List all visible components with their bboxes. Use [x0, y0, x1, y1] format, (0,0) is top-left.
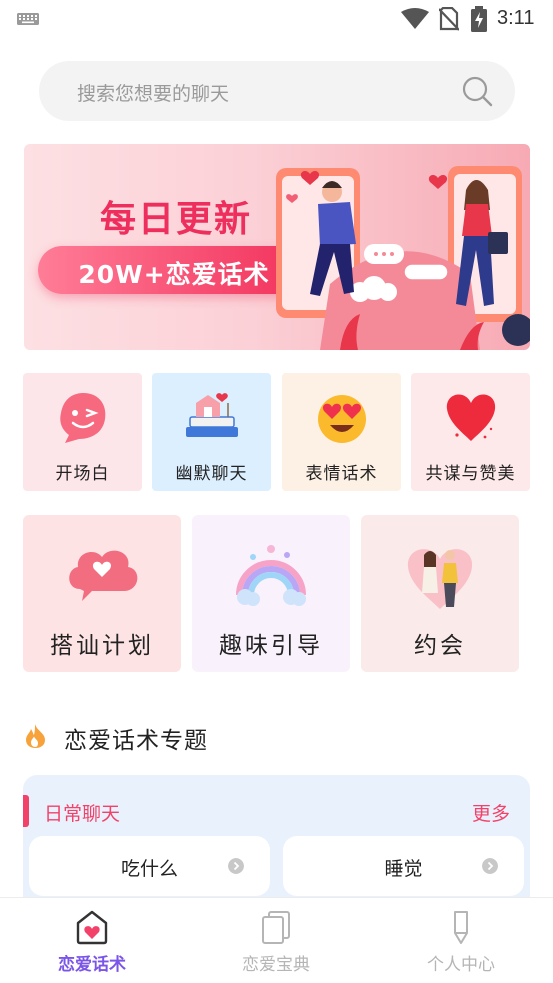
red-heart-icon	[446, 394, 496, 441]
category-label: 表情话术	[305, 464, 378, 484]
nav-label: 恋爱话术	[58, 955, 126, 975]
chevron-right-icon	[482, 858, 498, 874]
nav-tab-profile[interactable]: 个人中心	[369, 898, 553, 983]
chevron-right-icon	[228, 858, 244, 874]
topic-name: 日常聊天	[44, 803, 121, 825]
wifi-icon	[401, 8, 429, 29]
banner-title: 每日更新	[100, 199, 253, 240]
category-label: 搭讪计划	[50, 633, 154, 659]
category-opening-lines[interactable]: 开场白	[23, 373, 142, 491]
wink-face-icon	[60, 393, 106, 443]
status-time: 3:11	[497, 7, 535, 29]
search-icon[interactable]	[461, 75, 493, 107]
topic-panel: 日常聊天 更多 吃什么 睡觉	[23, 775, 530, 915]
couple-icon	[407, 549, 473, 609]
more-link[interactable]: 更多	[472, 799, 510, 826]
category-humor-chat[interactable]: 幽默聊天	[152, 373, 271, 491]
topic-item[interactable]: 吃什么	[29, 836, 270, 896]
house-books-icon	[186, 393, 238, 437]
home-heart-icon	[76, 910, 108, 945]
nav-tab-love-guide[interactable]: 恋爱宝典	[184, 898, 368, 983]
nav-label: 恋爱宝典	[242, 955, 310, 975]
nav-tab-love-lines[interactable]: 恋爱话术	[0, 898, 184, 983]
banner-illustration	[276, 166, 530, 350]
keyboard-icon	[17, 13, 39, 25]
category-label: 约会	[414, 633, 466, 659]
bottom-nav: 恋爱话术 恋爱宝典 个人中心	[0, 897, 553, 983]
category-label: 幽默聊天	[175, 464, 248, 484]
category-label: 开场白	[55, 464, 110, 484]
category-pickup-plan[interactable]: 搭讪计划	[23, 515, 181, 672]
category-dating[interactable]: 约会	[361, 515, 519, 672]
battery-charging-icon	[471, 6, 487, 32]
heart-eyes-emoji-icon	[318, 395, 366, 443]
rainbow-icon	[236, 545, 306, 606]
category-label: 趣味引导	[219, 633, 323, 659]
status-bar: 3:11	[0, 0, 553, 40]
no-sim-icon	[439, 7, 459, 31]
search-placeholder: 搜索您想要的聊天	[77, 83, 230, 105]
section-title: 恋爱话术专题	[64, 728, 208, 754]
category-label: 共谋与赞美	[425, 464, 516, 484]
category-emoji-lines[interactable]: 表情话术	[282, 373, 401, 491]
topic-accent-bar	[23, 795, 29, 827]
topic-item[interactable]: 睡觉	[283, 836, 524, 896]
category-conspire-praise[interactable]: 共谋与赞美	[411, 373, 530, 491]
cards-icon	[262, 911, 290, 944]
pen-icon	[454, 911, 468, 944]
promo-banner[interactable]: 每日更新 20W+恋爱话术	[24, 144, 530, 350]
search-input[interactable]: 搜索您想要的聊天	[39, 61, 515, 121]
category-fun-guide[interactable]: 趣味引导	[192, 515, 350, 672]
flame-icon	[26, 724, 45, 748]
heart-cloud-icon	[69, 550, 138, 601]
nav-label: 个人中心	[427, 955, 495, 975]
